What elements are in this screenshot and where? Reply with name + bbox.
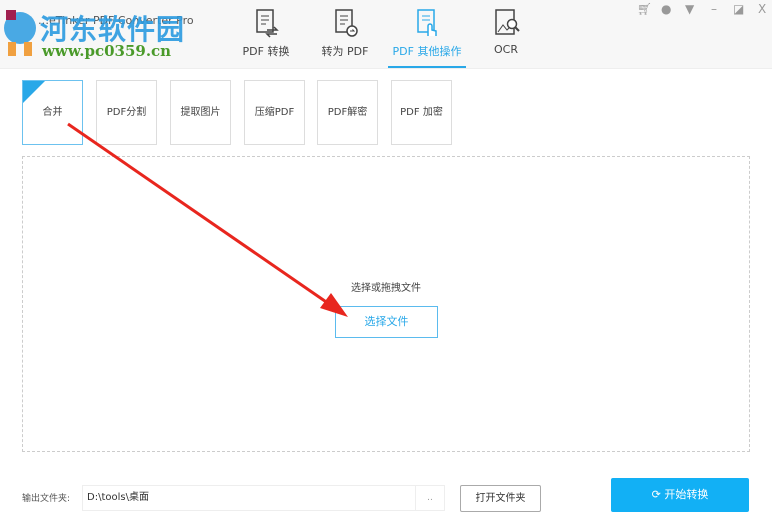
watermark-logo-icon	[4, 10, 36, 56]
file-drop-area[interactable]: 选择或拖拽文件 选择文件	[22, 156, 750, 452]
watermark-url: www.pc0359.cn	[42, 42, 172, 60]
tool-label: 合并	[42, 107, 63, 118]
tool-split[interactable]: PDF分割	[96, 80, 157, 145]
output-folder-label: 输出文件夹:	[22, 494, 71, 504]
minimize-icon[interactable]: –	[711, 2, 717, 16]
selected-check-icon: ✔	[23, 81, 45, 111]
tool-label: PDF解密	[327, 107, 368, 118]
ocr-icon	[495, 9, 520, 35]
restore-icon[interactable]: ◪	[733, 2, 744, 16]
tool-label: 提取图片	[180, 107, 221, 118]
tab-label: OCR	[494, 43, 518, 56]
pdf-convert-icon	[256, 9, 279, 38]
tool-label: PDF 加密	[400, 107, 443, 118]
user-icon[interactable]: ●	[661, 2, 671, 16]
tool-compress[interactable]: 压缩PDF	[244, 80, 305, 145]
header: …eTinker PDF Converter Pro 河东软件园 www.pc0…	[0, 0, 772, 69]
output-path-input[interactable]: D:\tools\桌面	[82, 485, 416, 511]
to-pdf-icon	[335, 9, 358, 37]
start-convert-button[interactable]: ⟳ 开始转换	[611, 478, 749, 512]
drop-hint: 选择或拖拽文件	[351, 283, 421, 294]
close-icon[interactable]: X	[758, 2, 766, 16]
tab-to-pdf[interactable]: 转为 PDF	[306, 0, 384, 68]
tool-extract-images[interactable]: 提取图片	[170, 80, 231, 145]
tool-decrypt[interactable]: PDF解密	[317, 80, 378, 145]
menu-icon[interactable]: ▼	[685, 2, 694, 16]
tab-pdf-convert[interactable]: PDF 转换	[227, 0, 305, 68]
cart-icon[interactable]: 🛒︎	[637, 2, 652, 16]
browse-button[interactable]: ..	[415, 485, 445, 511]
tool-merge[interactable]: ✔ 合并	[22, 80, 83, 145]
tab-ocr[interactable]: OCR	[467, 0, 545, 68]
tool-label: PDF分割	[106, 107, 147, 118]
choose-file-button[interactable]: 选择文件	[335, 306, 438, 338]
tab-label: 转为 PDF	[321, 45, 369, 58]
tab-pdf-other[interactable]: PDF 其他操作	[388, 0, 466, 68]
open-folder-button[interactable]: 打开文件夹	[460, 485, 541, 512]
pdf-other-icon	[417, 9, 437, 36]
start-label: 开始转换	[664, 488, 709, 501]
tool-label: 压缩PDF	[254, 107, 295, 118]
tab-label: PDF 转换	[242, 45, 290, 58]
refresh-icon: ⟳	[651, 488, 665, 501]
tool-encrypt[interactable]: PDF 加密	[391, 80, 452, 145]
tab-label: PDF 其他操作	[392, 45, 462, 58]
